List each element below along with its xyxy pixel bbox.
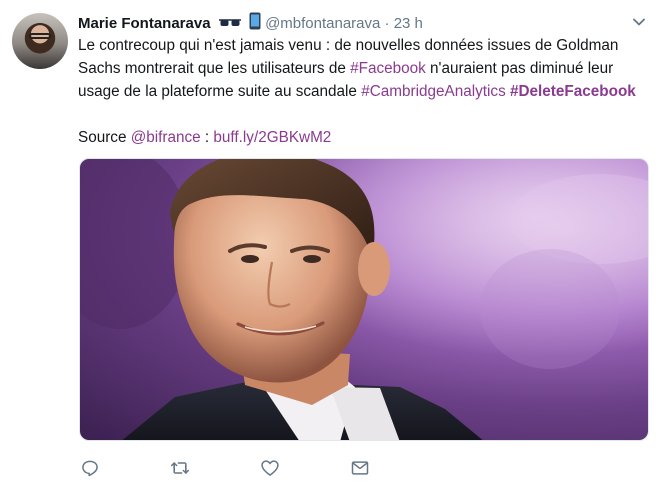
author-handle[interactable]: @mbfontanarava [265,15,380,32]
hashtag-facebook[interactable]: #Facebook [350,60,426,77]
source-link[interactable]: buff.ly/2GBKwM2 [213,129,331,146]
avatar[interactable] [12,13,68,69]
hashtag-cambridgeanalytics[interactable]: #CambridgeAnalytics [361,83,506,100]
tweet-header: Marie Fontanarava @mbfontanarava · 23 h [78,12,650,34]
mention-bifrance[interactable]: @bifrance [131,129,201,146]
tweet-timestamp[interactable]: 23 h [394,15,423,32]
sunglasses-icon [218,16,241,36]
tweet-body: Le contrecoup qui n'est jamais venu : de… [78,34,653,103]
tweet-photo[interactable] [79,158,649,441]
retweet-icon [170,462,190,474]
like-icon [261,460,279,476]
source-label: Source [78,129,131,146]
reply-icon [82,460,98,477]
retweet-button[interactable] [170,457,260,479]
direct-message-icon [351,461,369,475]
source-separator: : [200,129,214,146]
mobile-phone-icon [249,12,261,36]
reply-button[interactable] [80,457,170,479]
like-button[interactable] [260,457,350,479]
chevron-down-icon[interactable] [632,15,646,29]
tweet-text: Le contrecoup qui n'est jamais venu : de… [78,34,653,149]
tweet-actions [80,457,440,479]
author-name[interactable]: Marie Fontanarava [78,15,211,32]
header-separator: · [384,15,390,32]
tweet-source: Source @bifrance : buff.ly/2GBKwM2 [78,126,653,149]
hashtag-deletefacebook[interactable]: #DeleteFacebook [510,83,636,100]
photo-portrait [80,159,648,440]
avatar-glasses [29,33,51,39]
direct-message-button[interactable] [350,457,440,479]
